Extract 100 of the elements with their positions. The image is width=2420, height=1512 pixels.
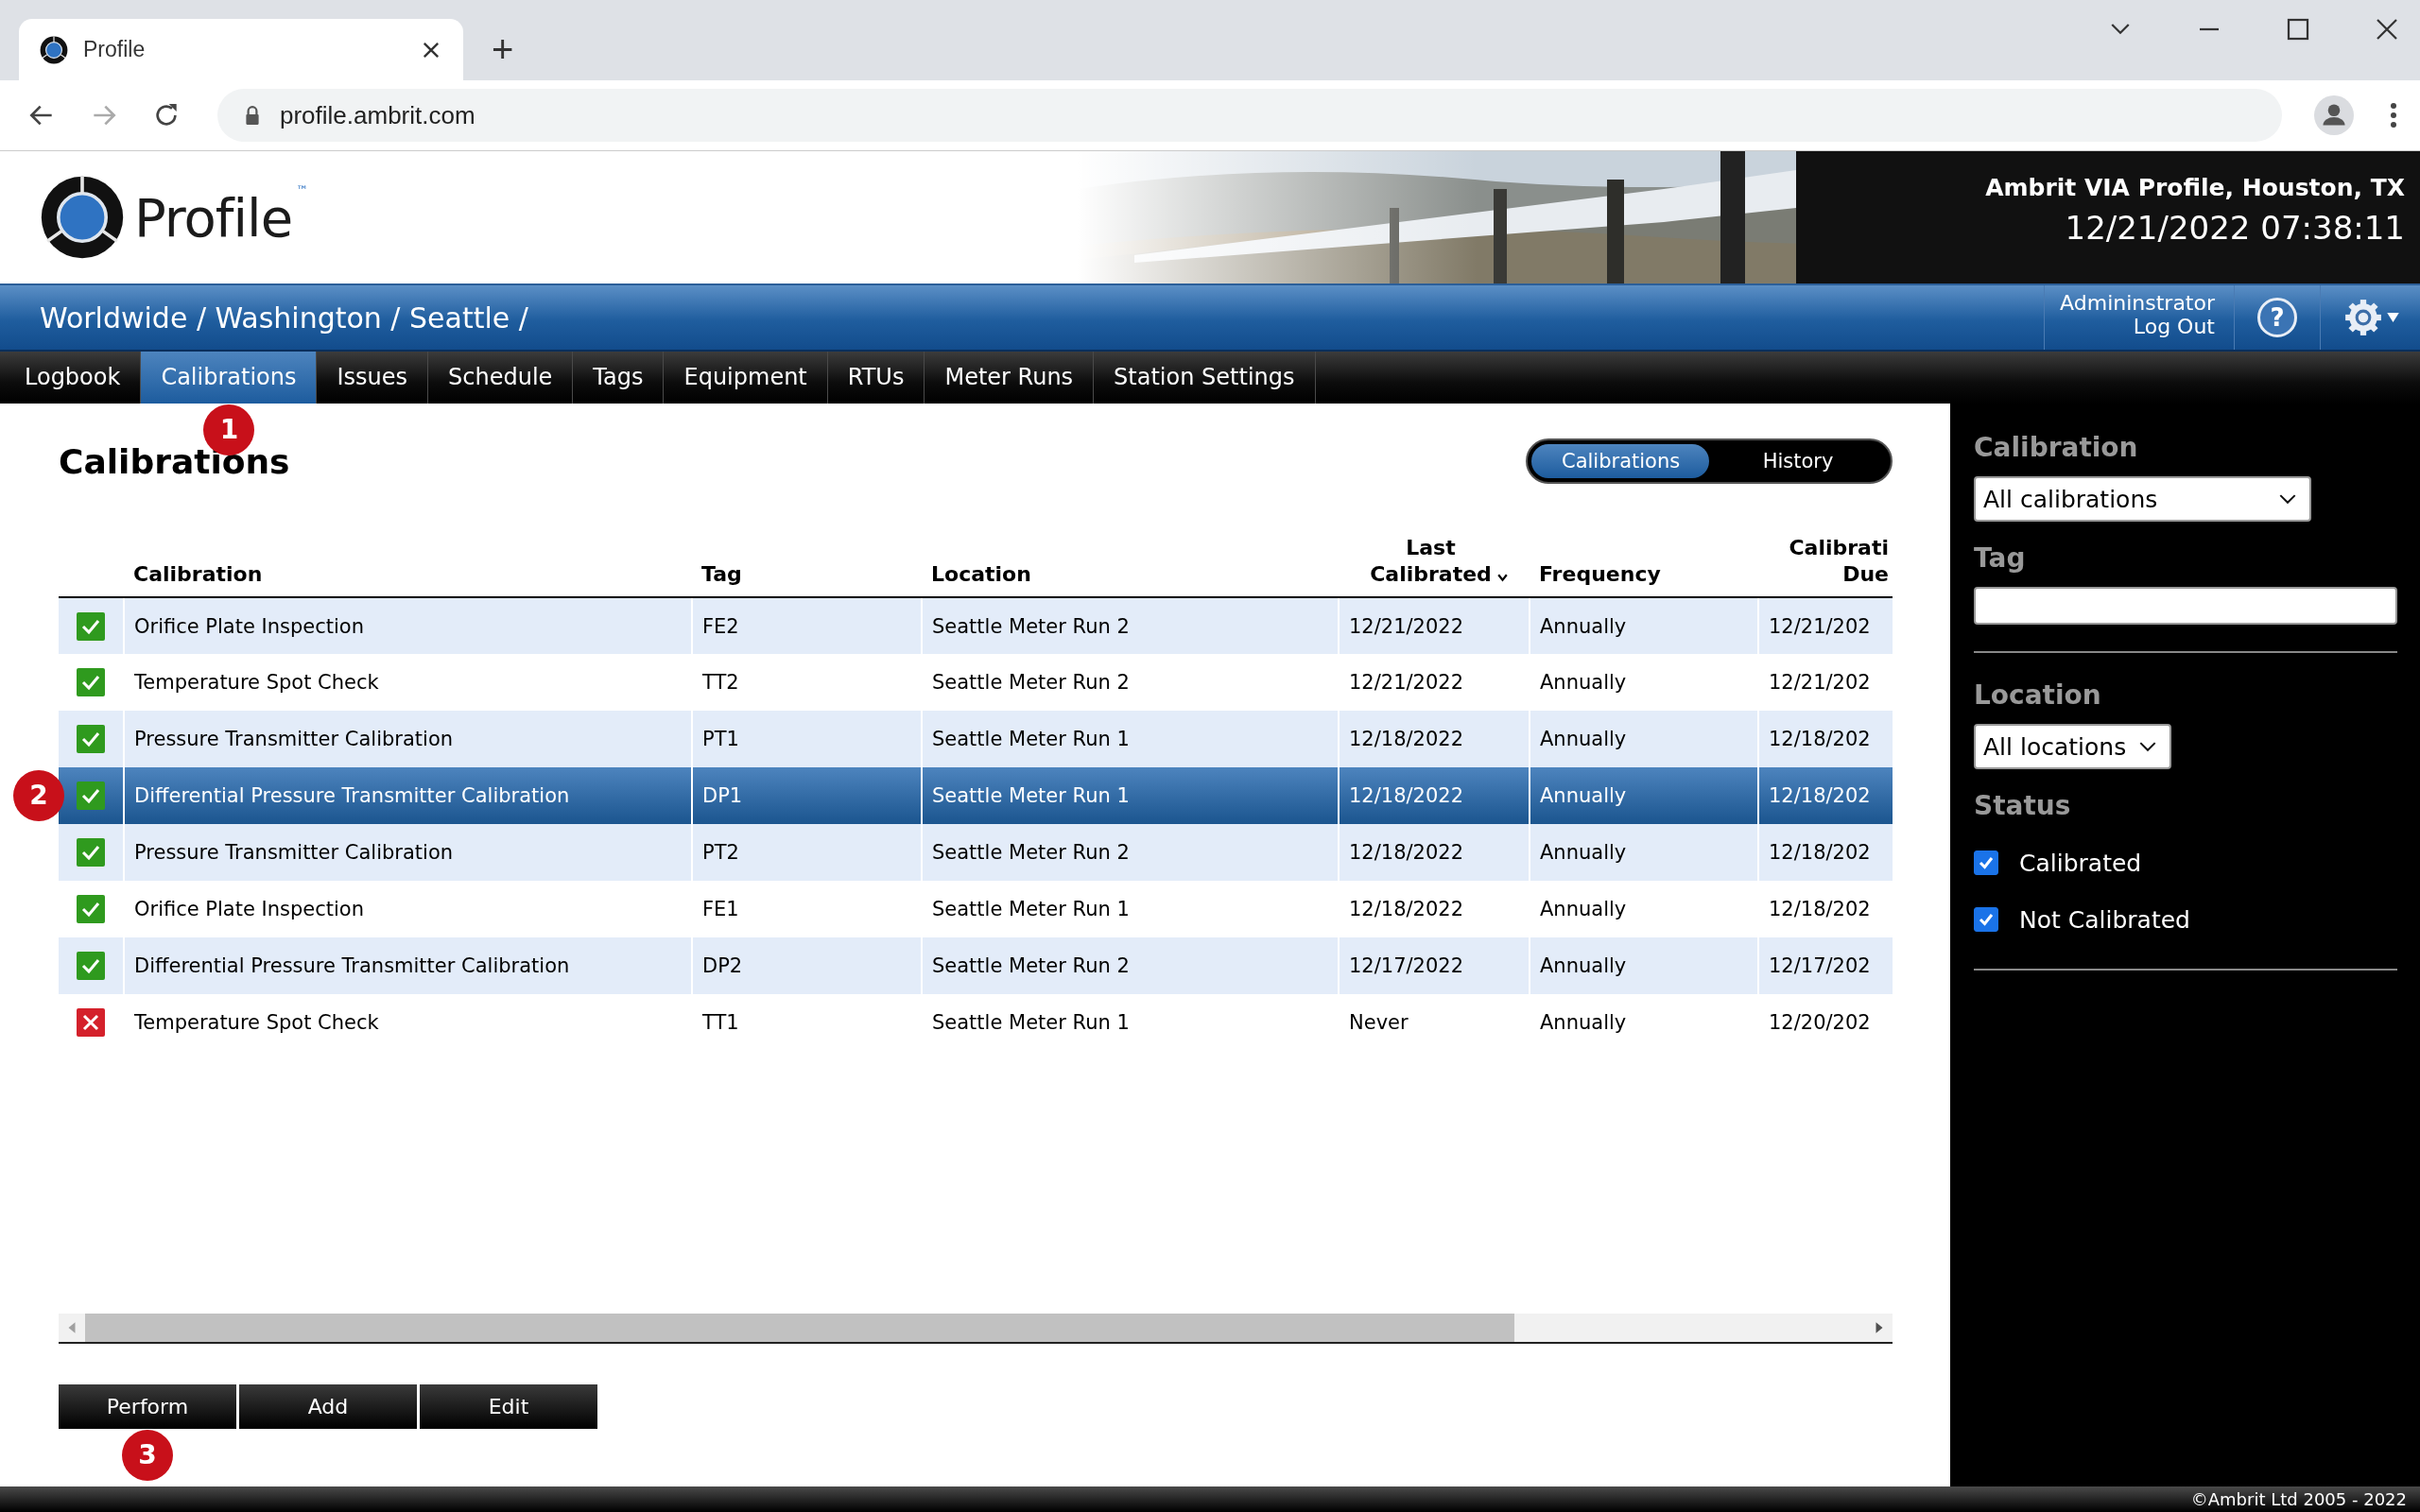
logo-text: Profile	[134, 186, 293, 249]
location-dropdown[interactable]: All locations	[1974, 724, 2172, 769]
table-cell: 12/17/2022	[1339, 937, 1530, 994]
table-cell: Annually	[1530, 881, 1758, 937]
filter-label: Calibration	[1974, 432, 2139, 463]
table-row[interactable]: Orifice Plate Inspection FE2 Seattle Meter Run 2 12/21/2022 Annually 12/21/202	[59, 597, 1893, 654]
filter-label: Status	[1974, 790, 2072, 821]
table-cell: 12/21/202	[1758, 654, 1893, 711]
table-cell: 12/21/202	[1758, 597, 1893, 654]
scroll-right-arrow-icon[interactable]	[1874, 1321, 1885, 1334]
table-cell: Differential Pressure Transmitter Calibration	[124, 937, 692, 994]
nav-tab[interactable]: Issues	[317, 352, 429, 404]
table-cell: 12/18/2022	[1339, 881, 1530, 937]
table-cell: Seattle Meter Run 1	[922, 881, 1339, 937]
table-cell: Pressure Transmitter Calibration	[124, 824, 692, 881]
table-cell: Annually	[1530, 767, 1758, 824]
table-row[interactable]: Orifice Plate Inspection FE1 Seattle Meter Run 1 12/18/2022 Annually 12/18/202	[59, 881, 1893, 937]
filter-label: Location	[1974, 679, 2102, 711]
table-cell: PT2	[692, 824, 922, 881]
table-cell: 12/18/2022	[1339, 711, 1530, 767]
callout-badge: 2	[13, 770, 64, 821]
table-cell: 12/18/2022	[1339, 824, 1530, 881]
more-menu-icon[interactable]	[2390, 102, 2397, 129]
settings-icon	[2343, 298, 2383, 337]
table-cell: 12/21/2022	[1339, 597, 1530, 654]
checkbox-label[interactable]: Not Calibrated	[2019, 905, 2190, 934]
table-cell: FE1	[692, 881, 922, 937]
table-cell: 12/21/2022	[1339, 654, 1530, 711]
help-button[interactable]: ?	[2257, 298, 2297, 337]
table-cell: DP2	[692, 937, 922, 994]
browser-tab[interactable]: Profile	[19, 19, 463, 80]
table-cell: Annually	[1530, 937, 1758, 994]
table-row[interactable]: Pressure Transmitter Calibration PT2 Seattle Meter Run 2 12/18/2022 Annually 12/18/202	[59, 824, 1893, 881]
table-row[interactable]: Differential Pressure Transmitter Calibration DP2 Seattle Meter Run 2 12/17/2022 Annually 12/17/202	[59, 937, 1893, 994]
table-cell: 12/17/202	[1758, 937, 1893, 994]
table-cell: DP1	[692, 767, 922, 824]
copyright-text: ©Ambrit Ltd 2005 - 2022	[2190, 1489, 2407, 1509]
table-cell: 12/18/2022	[1339, 767, 1530, 824]
table-cell: FE2	[692, 597, 922, 654]
table-cell: Annually	[1530, 824, 1758, 881]
caret-icon	[2387, 313, 2399, 322]
table-row[interactable]: Temperature Spot Check TT2 Seattle Meter Run 2 12/21/2022 Annually 12/21/202	[59, 654, 1893, 711]
tag-field[interactable]	[1974, 587, 2397, 625]
nav-tab[interactable]: Meter Runs	[925, 352, 1095, 404]
action-button[interactable]: Perform	[59, 1384, 236, 1429]
table-cell: Orifice Plate Inspection	[124, 881, 692, 937]
table-cell: Annually	[1530, 654, 1758, 711]
table-cell: Seattle Meter Run 2	[922, 654, 1339, 711]
checkbox[interactable]	[1974, 907, 1998, 932]
view-tab[interactable]: Calibrations	[1531, 444, 1709, 478]
url-text: profile.ambrit.com	[280, 100, 475, 130]
horizontal-scrollbar[interactable]	[59, 1314, 1893, 1344]
table-cell: Temperature Spot Check	[124, 654, 692, 711]
nav-tab[interactable]: Tags	[573, 352, 665, 404]
table-row[interactable]: Differential Pressure Transmitter Calibration DP1 Seattle Meter Run 1 12/18/2022 Annually 12/18/202	[59, 767, 1893, 824]
log-out-link[interactable]: Log Out	[2060, 315, 2215, 338]
action-button[interactable]: Add	[239, 1384, 417, 1429]
table-cell: PT1	[692, 711, 922, 767]
action-button[interactable]: Edit	[420, 1384, 597, 1429]
callout-badge: 3	[122, 1430, 173, 1481]
address-bar[interactable]: profile.ambrit.com	[217, 89, 2282, 142]
lock-icon	[244, 105, 261, 126]
table-cell: 12/18/202	[1758, 711, 1893, 767]
table-cell: Differential Pressure Transmitter Calibration	[124, 767, 692, 824]
table-cell: Annually	[1530, 597, 1758, 654]
tab-title: Profile	[83, 37, 147, 62]
table-row[interactable]: Pressure Transmitter Calibration PT1 Seattle Meter Run 1 12/18/2022 Annually 12/18/202	[59, 711, 1893, 767]
site-name: Ambrit VIA Profile, Houston, TX	[1984, 174, 2405, 201]
trademark: ™	[296, 183, 309, 198]
filter-label: Tag	[1974, 542, 2027, 574]
chevron-down-icon	[2279, 493, 2296, 505]
table-cell: Orifice Plate Inspection	[124, 597, 692, 654]
nav-tab[interactable]: Schedule	[428, 352, 574, 404]
scrollbar-thumb[interactable]	[85, 1314, 1514, 1342]
date-time: 12/21/2022 07:38:11	[2064, 209, 2405, 247]
table-cell: 12/18/202	[1758, 824, 1893, 881]
user-name: Admininstrator	[2060, 291, 2215, 315]
table-cell: TT2	[692, 654, 922, 711]
table-cell: Seattle Meter Run 1	[922, 767, 1339, 824]
table-cell: Pressure Transmitter Calibration	[124, 711, 692, 767]
checkbox-label[interactable]: Calibrated	[2019, 849, 2142, 877]
table-cell: 12/18/202	[1758, 767, 1893, 824]
table-cell: Seattle Meter Run 2	[922, 597, 1339, 654]
nav-tab[interactable]: Equipment	[664, 352, 828, 404]
table-cell: Seattle Meter Run 2	[922, 937, 1339, 994]
table-cell: Annually	[1530, 711, 1758, 767]
logo-icon	[40, 175, 125, 260]
table-cell: Seattle Meter Run 1	[922, 711, 1339, 767]
logo-icon	[40, 35, 68, 64]
view-tab[interactable]: History	[1709, 444, 1887, 478]
checkbox[interactable]	[1974, 850, 1998, 875]
profile-avatar-icon[interactable]	[2314, 95, 2354, 135]
chevron-down-icon	[2139, 741, 2157, 752]
calibration-dropdown[interactable]: All calibrations	[1974, 476, 2311, 522]
nav-tab[interactable]: Calibrations	[141, 352, 318, 404]
nav-tab[interactable]: Station Settings	[1094, 352, 1316, 404]
new-tab-button[interactable]: +	[492, 26, 514, 73]
nav-tab[interactable]: RTUs	[827, 352, 925, 404]
breadcrumb[interactable]: Worldwide / Washington / Seattle /	[0, 301, 2045, 335]
table-cell: 12/18/202	[1758, 881, 1893, 937]
